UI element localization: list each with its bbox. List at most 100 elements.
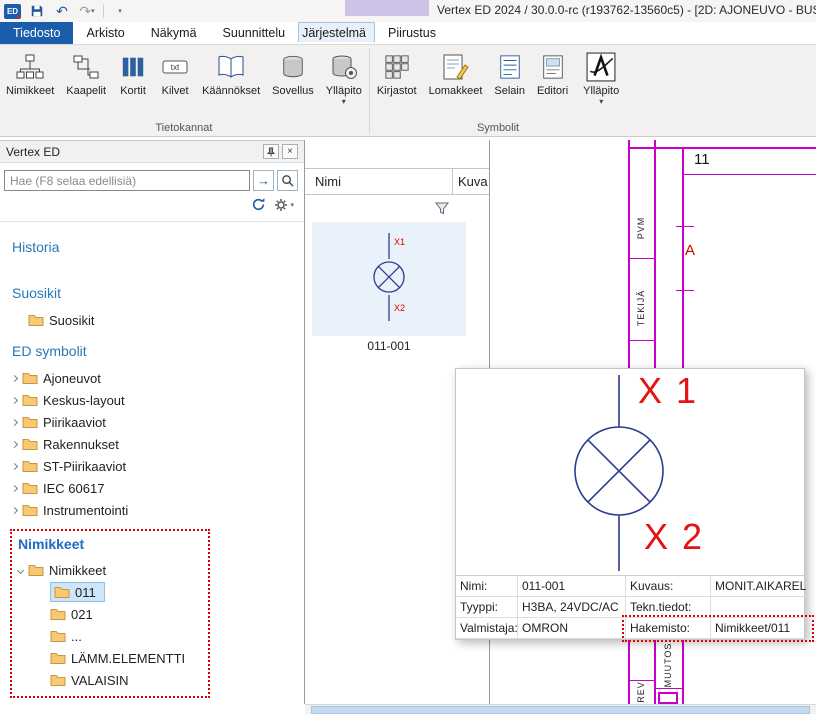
search-input[interactable] — [4, 170, 250, 191]
close-button[interactable]: × — [282, 144, 298, 159]
kortit-button[interactable]: Kortit — [112, 47, 154, 97]
chevron-down-icon: ▾ — [599, 97, 603, 106]
chevron-right-icon — [11, 484, 18, 491]
tab-tiedosto[interactable]: Tiedosto — [0, 22, 73, 44]
tab-suunnittelu[interactable]: Suunnittelu — [210, 22, 299, 44]
sovellus-button[interactable]: Sovellus — [266, 47, 320, 97]
chevron-right-icon — [11, 418, 18, 425]
menu-bar: Tiedosto Arkisto Näkymä Suunnittelu Järj… — [0, 22, 816, 45]
ribbon-item-label: Editori — [537, 85, 568, 97]
tree-item-valaisin[interactable]: VALAISIN — [50, 669, 202, 691]
kaannokset-button[interactable]: Käännökset — [196, 47, 266, 97]
pin-button[interactable] — [263, 144, 279, 159]
kirjastot-button[interactable]: Kirjastot — [371, 47, 423, 97]
tab-nakyma[interactable]: Näkymä — [138, 22, 210, 44]
editori-button[interactable]: Editori — [531, 47, 574, 97]
magnifier-icon — [281, 174, 294, 187]
funnel-icon — [435, 201, 449, 215]
tree-item-rakennukset[interactable]: Rakennukset — [12, 433, 292, 455]
folder-icon — [22, 438, 38, 451]
tree-link-historia[interactable]: Historia — [12, 239, 292, 255]
book-icon — [217, 51, 245, 83]
tree-item-021[interactable]: 021 — [50, 603, 202, 625]
vertex-ed-panel: Vertex ED × → ▾ Historia Suosikit Suosik… — [0, 140, 305, 704]
zone-letter: A — [685, 242, 695, 259]
chevron-right-icon — [11, 506, 18, 513]
filter-button[interactable] — [433, 200, 451, 216]
redo-button[interactable]: ↷▾ — [78, 2, 96, 20]
nimikkeet-annotation-box: Nimikkeet Nimikkeet 011 021 ... LÄMM.ELE… — [10, 529, 210, 698]
tab-jarjestelma[interactable]: Järjestelmä — [298, 22, 375, 42]
quick-access-customize-button[interactable]: ▾ — [111, 2, 129, 20]
tree-item-011[interactable]: 011 — [50, 581, 202, 603]
search-area: → — [4, 170, 298, 191]
symbol-thumbnail-011-001[interactable]: X1 X2 — [312, 222, 466, 336]
kilvet-button[interactable]: txt Kilvet — [154, 47, 196, 97]
frame-line — [628, 147, 816, 149]
tree-item-iec-60617[interactable]: IEC 60617 — [12, 477, 292, 499]
search-button[interactable] — [277, 170, 298, 191]
lomakkeet-button[interactable]: Lomakkeet — [423, 47, 489, 97]
tree-link-ed-symbolit[interactable]: ED symbolit — [12, 343, 292, 359]
titleblock-box — [658, 692, 678, 704]
prop-value: MONIT.AIKARELE — [711, 576, 806, 597]
terminal-label-x2: X 2 — [644, 519, 704, 555]
contextual-tab-highlight — [345, 0, 429, 16]
tree-item-keskus-layout[interactable]: Keskus-layout — [12, 389, 292, 411]
browser-list-icon — [497, 51, 523, 83]
tab-piirustus[interactable]: Piirustus — [375, 22, 449, 44]
yllapito-tietokannat-button[interactable]: Ylläpito ▾ — [320, 47, 368, 106]
search-go-button[interactable]: → — [253, 170, 274, 191]
tree-item-label: Nimikkeet — [49, 563, 106, 578]
folder-icon — [50, 608, 66, 621]
titleblock-line — [628, 340, 654, 341]
refresh-icon — [251, 197, 266, 212]
tree-item-label: Instrumentointi — [43, 503, 128, 518]
folder-icon — [28, 314, 44, 327]
chevron-right-icon — [11, 374, 18, 381]
tree-item-ellipsis[interactable]: ... — [50, 625, 202, 647]
tree-item-ajoneuvot[interactable]: Ajoneuvot — [12, 367, 292, 389]
save-button[interactable] — [28, 2, 46, 20]
yllapito-symbolit-button[interactable]: Ylläpito ▾ — [577, 47, 625, 106]
tree-item-nimikkeet-folder[interactable]: Nimikkeet — [18, 559, 202, 581]
selain-button[interactable]: Selain — [488, 47, 531, 97]
folder-icon — [50, 652, 66, 665]
symbol-preview-small: X1 X2 — [354, 229, 424, 329]
scrollbar-thumb[interactable] — [311, 706, 810, 714]
ribbon-group-tietokannat: Nimikkeet Kaapelit Kortit txt Kilvet Kää… — [0, 45, 368, 136]
tree-item-lamm-elementti[interactable]: LÄMM.ELEMENTTI — [50, 647, 202, 669]
ribbon-item-label: Sovellus — [272, 85, 314, 97]
frame-line — [682, 174, 816, 175]
titleblock-label-muutos: MUUTOS — [663, 643, 673, 688]
database-icon — [280, 51, 306, 83]
pin-icon — [266, 147, 276, 157]
tree-item-instrumentointi[interactable]: Instrumentointi — [12, 499, 292, 521]
tree-item-st-piirikaaviot[interactable]: ST-Piirikaaviot — [12, 455, 292, 477]
tree-link-nimikkeet[interactable]: Nimikkeet — [18, 536, 202, 552]
tab-arkisto[interactable]: Arkisto — [73, 22, 137, 44]
refresh-button[interactable] — [251, 197, 266, 212]
tree-link-suosikit[interactable]: Suosikit — [12, 285, 292, 301]
tree-item-suosikit-folder[interactable]: Suosikit — [28, 309, 292, 331]
settings-button[interactable]: ▾ — [274, 198, 294, 212]
ribbon-item-label: Kortit — [120, 85, 146, 97]
tree-item-label: ... — [71, 629, 82, 644]
horizontal-scrollbar[interactable] — [305, 704, 816, 714]
chevron-down-icon: ▾ — [118, 7, 122, 15]
nimikkeet-button[interactable]: Nimikkeet — [0, 47, 60, 97]
zone-tick — [676, 226, 694, 227]
tree-item-piirikaaviot[interactable]: Piirikaaviot — [12, 411, 292, 433]
ribbon-item-label: Kaapelit — [66, 85, 106, 97]
column-header-nimi[interactable]: Nimi — [305, 169, 452, 194]
kaapelit-button[interactable]: Kaapelit — [60, 47, 112, 97]
separator — [103, 4, 104, 18]
tree-item-label: VALAISIN — [71, 673, 129, 688]
column-header-kuva[interactable]: Kuva — [453, 169, 489, 194]
ribbon-item-label: Selain — [494, 85, 525, 97]
symbol-terminal-x1: X1 — [394, 237, 405, 247]
vertex-logo-icon — [586, 51, 616, 83]
undo-button[interactable]: ↶ — [53, 2, 71, 20]
tree-item-label: ST-Piirikaaviot — [43, 459, 126, 474]
undo-icon: ↶ — [56, 3, 68, 20]
